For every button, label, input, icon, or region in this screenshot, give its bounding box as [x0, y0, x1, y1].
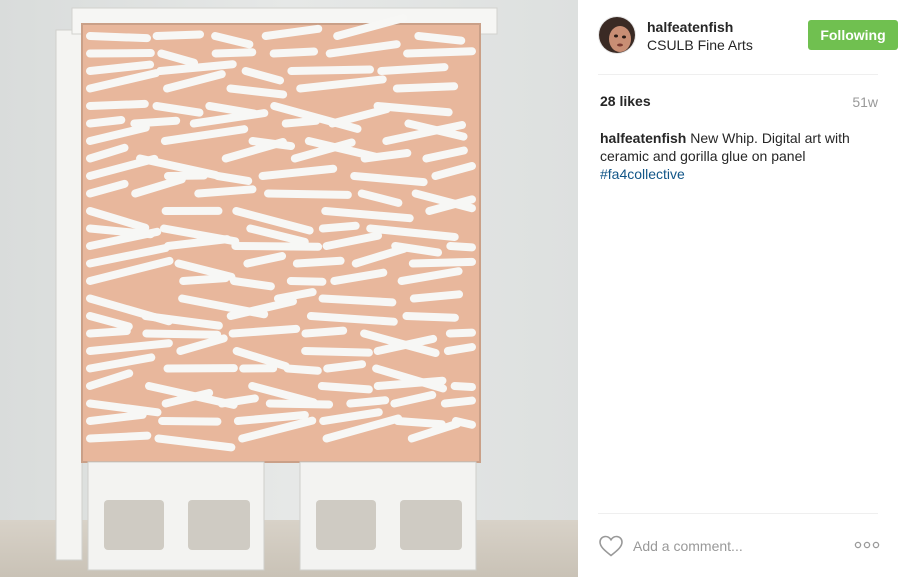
ceramic-stick	[377, 63, 449, 75]
ceramic-stick	[318, 221, 360, 233]
ceramic-stick	[292, 256, 345, 268]
location-link[interactable]: CSULB Fine Arts	[647, 37, 753, 53]
ceramic-stick	[130, 116, 181, 128]
username-link[interactable]: halfeatenfish	[647, 19, 733, 35]
ceramic-stick	[323, 360, 367, 373]
ceramic-stick	[86, 32, 151, 43]
ceramic-stick	[194, 185, 257, 198]
artwork-image	[0, 0, 578, 577]
caption: halfeatenfish New Whip. Digital art with…	[600, 129, 870, 183]
ceramic-stick	[158, 417, 222, 426]
ceramic-stick	[281, 116, 321, 128]
caption-username[interactable]: halfeatenfish	[600, 130, 686, 146]
ceramic-stick	[317, 382, 373, 394]
ceramic-stick	[211, 48, 257, 58]
ceramic-stick	[301, 347, 373, 357]
ceramic-stick	[152, 30, 205, 40]
ceramic-stick	[287, 65, 374, 75]
ceramic-stick	[306, 312, 398, 326]
ceramic-stick	[414, 32, 466, 45]
ceramic-stick	[346, 396, 390, 408]
divider	[598, 74, 878, 75]
ceramic-stick	[360, 149, 412, 163]
ceramic-stick	[213, 172, 253, 185]
ceramic-stick	[301, 326, 348, 338]
ceramic-stick	[231, 242, 323, 251]
comment-bar	[598, 530, 880, 560]
avatar[interactable]	[598, 16, 636, 54]
post-age[interactable]: 51w	[852, 94, 878, 110]
ceramic-stick	[409, 290, 464, 303]
following-button[interactable]: Following	[808, 20, 898, 50]
ceramic-stick	[443, 343, 476, 355]
ceramic-stick	[402, 312, 459, 322]
divider	[598, 513, 878, 514]
ceramic-stick	[228, 324, 301, 338]
ceramic-stick	[86, 326, 131, 338]
likes-count[interactable]: 28 likes	[600, 93, 651, 109]
ceramic-stick	[393, 417, 446, 429]
post-sidebar: halfeatenfish CSULB Fine Arts Following …	[578, 0, 900, 577]
ellipsis-icon[interactable]	[854, 538, 880, 552]
ceramic-stick	[86, 431, 152, 443]
post-photo[interactable]	[0, 0, 578, 577]
ceramic-stick	[286, 277, 327, 286]
ceramic-stick	[392, 82, 459, 93]
ceramic-stick	[445, 328, 476, 338]
ceramic-stick	[318, 294, 397, 307]
ceramic-stick	[283, 364, 322, 375]
ceramic-stick	[269, 47, 319, 58]
ceramic-stick	[142, 329, 222, 339]
ceramic-stick	[450, 382, 476, 392]
ceramic-stick	[86, 116, 126, 128]
ceramic-stick	[217, 394, 259, 408]
ceramic-stick	[264, 189, 352, 199]
ceramic-stick	[446, 242, 476, 252]
add-comment-input[interactable]	[633, 535, 833, 557]
hashtag-link[interactable]: #fa4collective	[600, 165, 870, 183]
ceramic-stick	[373, 376, 447, 390]
ceramic-stick	[403, 47, 476, 58]
ceramic-stick	[86, 99, 149, 110]
ceramic-stick	[265, 399, 334, 409]
heart-outline-icon[interactable]	[598, 534, 624, 558]
post-header: halfeatenfish CSULB Fine Arts Following	[598, 16, 898, 56]
ceramic-stick	[179, 274, 230, 285]
ceramic-stick	[229, 277, 275, 291]
ceramic-stick	[440, 396, 476, 408]
ceramic-stick	[408, 257, 476, 268]
